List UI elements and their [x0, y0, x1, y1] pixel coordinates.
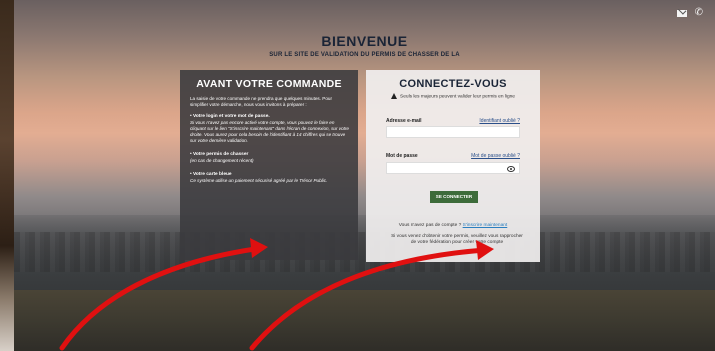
list-item-detail: Ce système utilise un paiement sécurisé …: [190, 178, 328, 183]
warning-icon: [391, 93, 398, 99]
top-contact-icons: ✆: [676, 8, 703, 18]
list-item: • Votre carte bleue Ce système utilise u…: [190, 172, 350, 184]
before-order-body: La saisie de votre commande ne prendra q…: [180, 90, 358, 184]
email-label-row: Adresse e-mail Identifiant oublié ?: [386, 118, 520, 124]
mail-icon[interactable]: [676, 10, 687, 17]
list-item: • Votre login et votre mot de passe. Si …: [190, 114, 350, 144]
login-heading: CONNECTEZ-VOUS: [399, 78, 507, 90]
email-field[interactable]: [386, 126, 520, 138]
before-order-intro: La saisie de votre commande ne prendra q…: [190, 96, 332, 107]
list-item-detail: (en cas de changement récent): [190, 158, 254, 163]
password-label-row: Mot de passe Mot de passe oublié ?: [386, 153, 520, 159]
show-password-icon[interactable]: [507, 166, 515, 172]
login-panel: CONNECTEZ-VOUS Seuls les majeurs peuvent…: [366, 70, 540, 262]
page-subtitle: SUR LE SITE DE VALIDATION DU PERMIS DE C…: [269, 52, 460, 58]
list-item: • Votre permis de chasser (en cas de cha…: [190, 152, 350, 164]
email-label: Adresse e-mail: [386, 118, 422, 124]
password-field[interactable]: [386, 162, 520, 174]
age-warning-text: Seuls les majeurs peuvent valider leur p…: [400, 94, 515, 100]
age-warning: Seuls les majeurs peuvent valider leur p…: [366, 93, 540, 99]
forgot-identifier-link[interactable]: Identifiant oublié ?: [479, 118, 520, 124]
login-button[interactable]: SE CONNECTER: [430, 191, 478, 203]
background-landscape: ✆ BIENVENUE SUR LE SITE DE VALIDATION DU…: [14, 0, 715, 351]
before-order-heading: AVANT VOTRE COMMANDE: [196, 78, 342, 90]
background-edge: [0, 0, 14, 351]
forgot-password-link[interactable]: Mot de passe oublié ?: [471, 153, 520, 159]
new-permit-info: Si vous venez d'obtenir votre permis, ve…: [391, 234, 523, 245]
before-order-panel: AVANT VOTRE COMMANDE La saisie de votre …: [180, 70, 358, 260]
phone-icon[interactable]: ✆: [695, 8, 703, 18]
page-title: BIENVENUE: [321, 33, 408, 49]
password-label: Mot de passe: [386, 153, 418, 159]
no-account-text: Vous n'avez pas de compte ? S'inscrire m…: [366, 223, 540, 228]
list-item-detail: Si vous n'avez pas encore activé votre c…: [190, 120, 349, 143]
landscape-field: [14, 290, 715, 351]
no-account-label: Vous n'avez pas de compte ?: [398, 223, 462, 228]
page-header: BIENVENUE SUR LE SITE DE VALIDATION DU P…: [14, 33, 715, 58]
landscape-trees: [14, 232, 715, 272]
register-link[interactable]: S'inscrire maintenant: [463, 223, 508, 228]
